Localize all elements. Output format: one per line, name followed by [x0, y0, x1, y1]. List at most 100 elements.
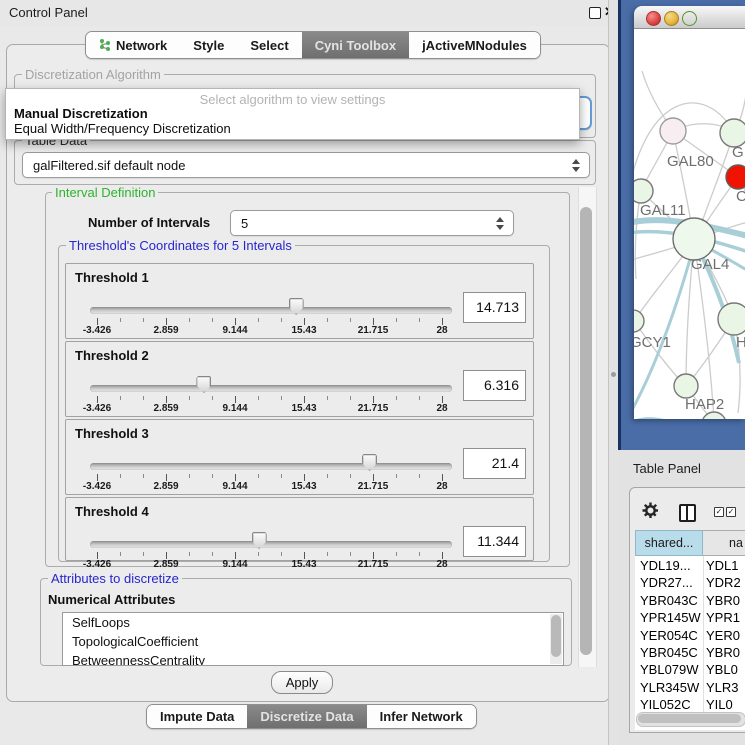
threshold-value-field[interactable]: 11.344	[463, 526, 526, 557]
slider-tick	[120, 474, 121, 478]
column-header-shared-name[interactable]: shared...	[635, 530, 703, 556]
column-header-name[interactable]: na	[703, 530, 745, 556]
slider-tick-label: 21.715	[358, 325, 389, 336]
panel-scrollbar-thumb[interactable]	[580, 207, 592, 655]
algorithm-group-label: Discretization Algorithm	[22, 67, 164, 82]
threshold-slider-track[interactable]	[90, 541, 452, 548]
slider-tick	[143, 552, 144, 556]
node-label: HAP2	[685, 396, 724, 413]
threshold-value-field[interactable]: 21.4	[463, 448, 526, 479]
tab-label: jActiveMNodules	[422, 38, 527, 53]
slider-tick	[143, 396, 144, 400]
gal4-node[interactable]	[673, 218, 715, 260]
gal11-node[interactable]	[634, 179, 653, 203]
num-intervals-label: Number of Intervals	[88, 215, 210, 230]
table-cell-name[interactable]: YER0	[706, 628, 745, 643]
algorithm-dropdown-popup: Select algorithm to view settings Manual…	[5, 88, 580, 140]
table-cell-shared-name[interactable]: YIL052C	[640, 697, 702, 712]
table-cell-name[interactable]: YIL0	[706, 697, 745, 712]
slider-tick-label: 2.859	[153, 481, 178, 492]
slider-tick	[442, 474, 443, 481]
table-cell-shared-name[interactable]: YBR043C	[640, 593, 702, 608]
checkbox-icon[interactable]: ✓	[714, 507, 724, 517]
threshold-slider-track[interactable]	[90, 463, 452, 470]
gcy1-node[interactable]	[634, 310, 644, 332]
num-intervals-combobox[interactable]: 5	[230, 210, 514, 236]
attribute-list-item[interactable]: BetweennessCentrality	[63, 651, 563, 666]
tab-impute-data[interactable]: Impute Data	[147, 705, 247, 728]
table-cell-shared-name[interactable]: YBL079W	[640, 662, 702, 677]
slider-tick	[97, 552, 98, 559]
list-scrollbar-track[interactable]	[550, 614, 562, 664]
float-window-icon[interactable]	[589, 7, 601, 19]
attribute-list-item[interactable]: TopologicalCoefficient	[63, 632, 563, 651]
table-data-value: galFiltered.sif default node	[23, 158, 572, 173]
slider-tick	[419, 552, 420, 556]
tab-network[interactable]: Network	[86, 32, 180, 58]
table-cell-shared-name[interactable]: YER054C	[640, 628, 702, 643]
combo-stepper-icon	[572, 159, 580, 172]
slider-tick	[189, 474, 190, 478]
close-traffic-light-icon[interactable]	[646, 11, 661, 26]
table-data-combobox[interactable]: galFiltered.sif default node	[22, 152, 590, 178]
table-cell-name[interactable]: YDR2	[706, 575, 745, 590]
columns-icon[interactable]	[679, 504, 696, 522]
threshold-value-field[interactable]: 14.713	[463, 292, 526, 323]
right-node[interactable]	[718, 303, 745, 335]
table-cell-shared-name[interactable]: YDR27...	[640, 575, 702, 590]
tab-infer-network[interactable]: Infer Network	[367, 705, 476, 728]
slider-tick	[304, 396, 305, 403]
slider-tick-label: 15.43	[291, 481, 316, 492]
tab-jactivemnodules[interactable]: jActiveMNodules	[409, 32, 540, 58]
slider-tick	[120, 318, 121, 322]
threshold-slider-track[interactable]	[90, 307, 452, 314]
slider-tick	[166, 474, 167, 481]
tab-select[interactable]: Select	[237, 32, 301, 58]
slider-tick-label: 28	[436, 481, 447, 492]
apply-button[interactable]: Apply	[271, 671, 333, 694]
divider-grip-icon[interactable]	[611, 372, 616, 377]
algorithm-option-manual[interactable]: Manual Discretization	[14, 106, 148, 121]
selected-red-node[interactable]	[726, 165, 745, 189]
slider-tick-label: 9.144	[222, 403, 247, 414]
table-cell-shared-name[interactable]: YDL19...	[640, 558, 702, 573]
network-canvas[interactable]: GAL80GCGAL11GAL4GCY1HHAP2	[634, 29, 745, 419]
table-cell-name[interactable]: YPR1	[706, 610, 745, 625]
table-cell-shared-name[interactable]: YBR045C	[640, 645, 702, 660]
table-hscrollbar-thumb[interactable]	[638, 714, 741, 723]
tab-cyni-toolbox[interactable]: Cyni Toolbox	[302, 32, 409, 58]
table-cell-name[interactable]: YBR0	[706, 645, 745, 660]
tab-label: Infer Network	[380, 709, 463, 724]
slider-tick-label: -3.426	[83, 559, 111, 570]
slider-tick	[97, 318, 98, 325]
numerical-attributes-list[interactable]: SelfLoopsTopologicalCoefficientBetweenne…	[62, 612, 564, 666]
table-cell-name[interactable]: YBL0	[706, 662, 745, 677]
tab-discretize-data[interactable]: Discretize Data	[247, 705, 366, 728]
gal80-node[interactable]	[660, 118, 686, 144]
table-cell-name[interactable]: YLR3	[706, 680, 745, 695]
top-right-node[interactable]	[720, 119, 745, 147]
slider-tick	[120, 552, 121, 556]
threshold-slider-track[interactable]	[90, 385, 452, 392]
slider-tick	[189, 396, 190, 400]
table-cell-name[interactable]: YDL1	[706, 558, 745, 573]
minimize-traffic-light-icon[interactable]	[664, 11, 679, 26]
checkbox-icon[interactable]: ✓	[726, 507, 736, 517]
slider-tick	[304, 318, 305, 325]
slider-tick-label: 21.715	[358, 559, 389, 570]
algorithm-option-equal-width[interactable]: Equal Width/Frequency Discretization	[14, 121, 231, 136]
zoom-traffic-light-icon[interactable]	[682, 11, 697, 26]
table-cell-name[interactable]: YBR0	[706, 593, 745, 608]
attribute-list-item[interactable]: SelfLoops	[63, 613, 563, 632]
gear-icon[interactable]	[642, 502, 659, 524]
list-scrollbar-thumb[interactable]	[551, 615, 561, 657]
slider-tick	[235, 552, 236, 559]
slider-tick	[212, 474, 213, 478]
table-cell-shared-name[interactable]: YPR145W	[640, 610, 702, 625]
tab-label: Style	[193, 38, 224, 53]
tab-style[interactable]: Style	[180, 32, 237, 58]
table-cell-shared-name[interactable]: YLR345W	[640, 680, 702, 695]
hap2-node[interactable]	[674, 374, 698, 398]
num-intervals-value: 5	[231, 216, 496, 231]
threshold-value-field[interactable]: 6.316	[463, 370, 526, 401]
